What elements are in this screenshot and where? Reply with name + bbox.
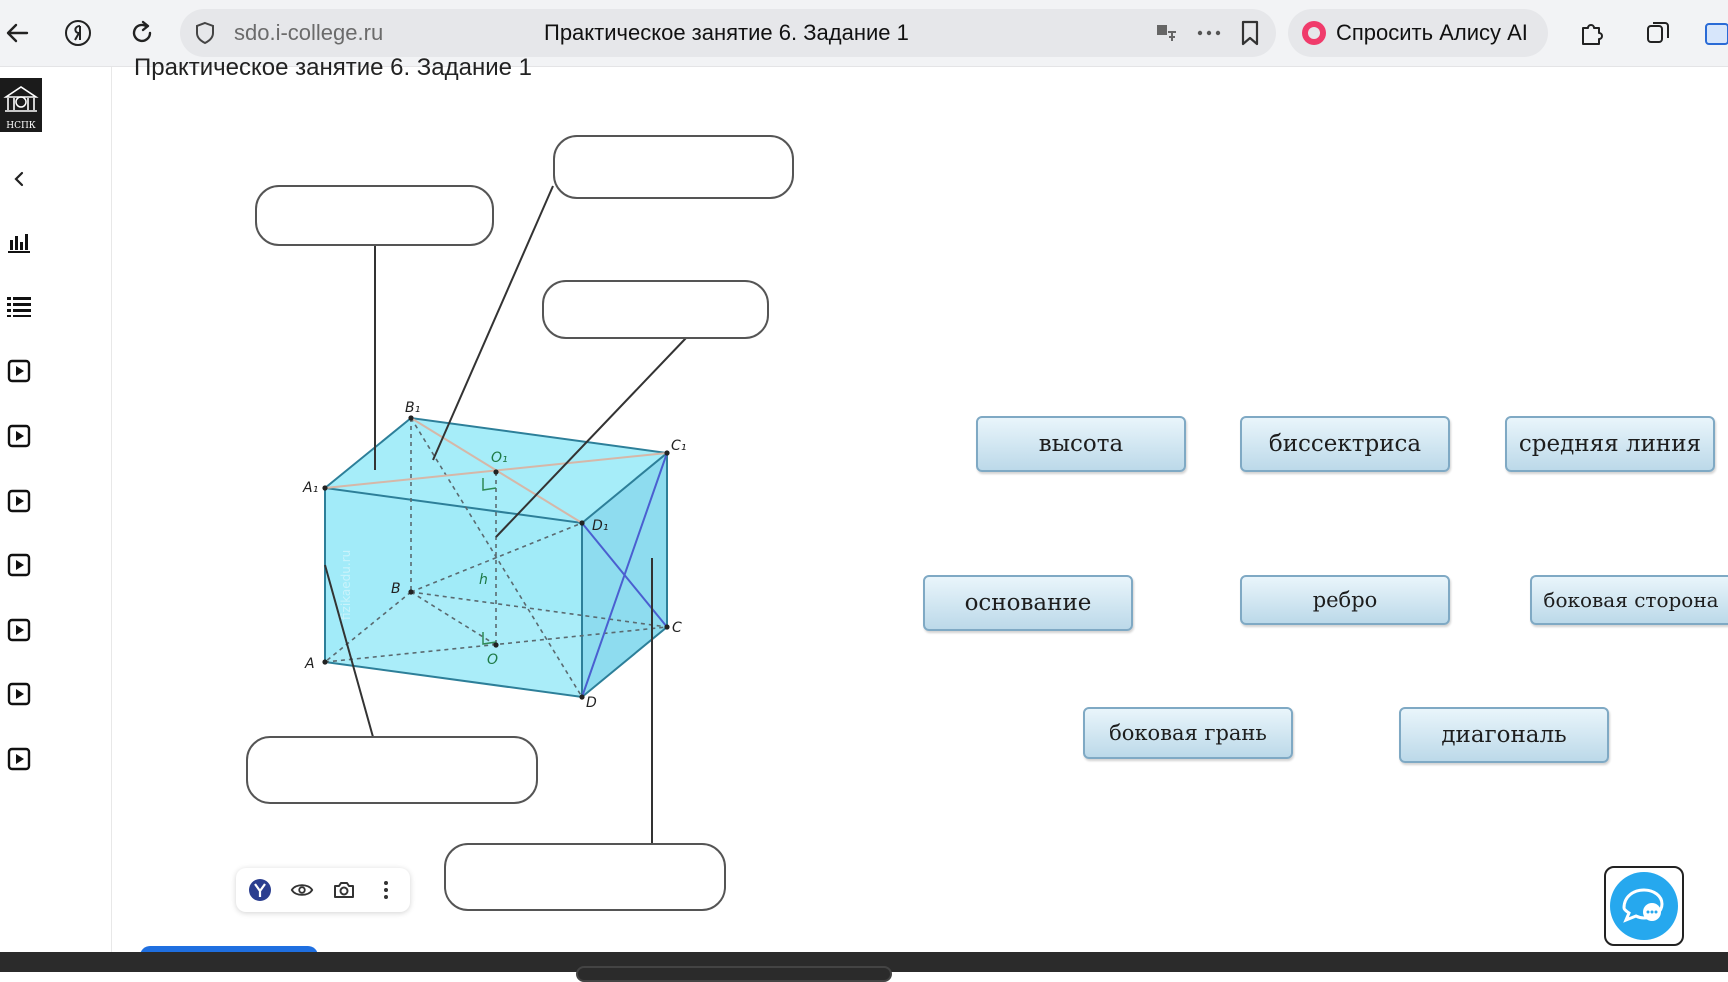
eye-icon <box>290 884 314 896</box>
drop-target-3[interactable] <box>542 280 769 339</box>
drop-target-5[interactable] <box>444 843 726 911</box>
drop-target-2[interactable] <box>553 135 794 199</box>
word-option-lateral-side[interactable]: боковая сторона <box>1530 575 1728 625</box>
taskbar-pill <box>576 966 892 982</box>
word-option-base[interactable]: основание <box>923 575 1133 631</box>
yandex-logo-icon <box>249 879 271 901</box>
drop-target-1[interactable] <box>255 185 494 246</box>
view-button[interactable] <box>290 878 314 902</box>
prism-diagram: B₁ C₁ A₁ D₁ O₁ B C A D O h fizikaedu.ru <box>302 185 687 843</box>
prism-face-front <box>325 488 582 697</box>
word-option-edge[interactable]: ребро <box>1240 575 1450 625</box>
vertex-label-b: B <box>391 581 401 597</box>
vertical-dots-icon <box>384 881 388 899</box>
word-option-midline[interactable]: средняя линия <box>1505 416 1715 472</box>
screenshot-button[interactable] <box>332 878 356 902</box>
support-chat-button[interactable] <box>1604 866 1684 946</box>
vertex-label-o1: O₁ <box>491 450 508 466</box>
drop-target-4[interactable] <box>246 736 538 804</box>
word-option-height[interactable]: высота <box>976 416 1186 472</box>
word-option-bisector[interactable]: биссектриса <box>1240 416 1450 472</box>
height-label: h <box>479 572 488 588</box>
more-options-button[interactable] <box>374 878 398 902</box>
camera-icon <box>334 882 354 898</box>
vertex-label-c1: C₁ <box>671 438 686 454</box>
vertex-label-d: D <box>586 695 597 711</box>
word-option-diagonal[interactable]: диагональ <box>1399 707 1609 763</box>
vertex-label-d1: D₁ <box>592 518 608 534</box>
watermark: fizikaedu.ru <box>339 550 353 620</box>
chat-bubble-icon <box>1610 872 1678 940</box>
word-option-lateral-face[interactable]: боковая грань <box>1083 707 1293 759</box>
vertex-label-o: O <box>487 652 498 668</box>
vertex-label-a1: A₁ <box>302 480 318 496</box>
vertex-label-a: A <box>304 656 315 672</box>
yandex-assistant-button[interactable] <box>248 878 272 902</box>
floating-media-toolbar <box>236 868 410 912</box>
vertex-label-b1: B₁ <box>405 400 420 416</box>
vertex-label-c: C <box>672 620 682 636</box>
